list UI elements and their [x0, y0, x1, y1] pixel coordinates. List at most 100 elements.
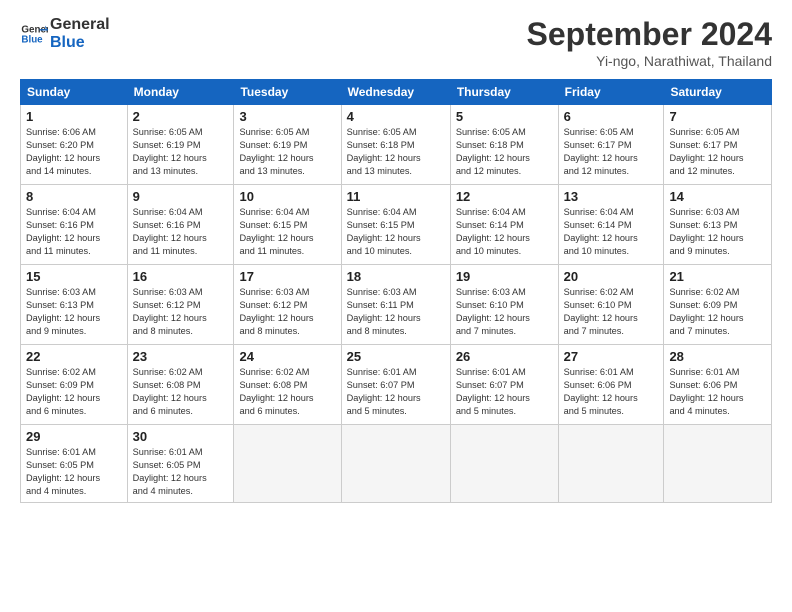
day-info: Sunrise: 6:03 AM Sunset: 6:11 PM Dayligh…: [347, 286, 445, 338]
table-row: 4 Sunrise: 6:05 AM Sunset: 6:18 PM Daylig…: [341, 105, 450, 185]
day-info: Sunrise: 6:03 AM Sunset: 6:12 PM Dayligh…: [133, 286, 229, 338]
day-info: Sunrise: 6:05 AM Sunset: 6:18 PM Dayligh…: [347, 126, 445, 178]
table-row: 24Sunrise: 6:02 AM Sunset: 6:08 PM Dayli…: [234, 345, 341, 425]
col-monday: Monday: [127, 80, 234, 105]
day-info: Sunrise: 6:05 AM Sunset: 6:17 PM Dayligh…: [669, 126, 766, 178]
day-number: 16: [133, 269, 229, 284]
logo-text: General: [50, 16, 110, 34]
table-row: 17 Sunrise: 6:03 AM Sunset: 6:12 PM Dayli…: [234, 265, 341, 345]
day-number: 15: [26, 269, 122, 284]
day-info: Sunrise: 6:05 AM Sunset: 6:19 PM Dayligh…: [239, 126, 335, 178]
table-row: 25 Sunrise: 6:01 AM Sunset: 6:07 PM Dayli…: [341, 345, 450, 425]
col-wednesday: Wednesday: [341, 80, 450, 105]
table-row: 22 Sunrise: 6:02 AM Sunset: 6:09 PM Dayli…: [21, 345, 128, 425]
col-saturday: Saturday: [664, 80, 772, 105]
table-row: 14 Sunrise: 6:03 AM Sunset: 6:13 PM Dayli…: [664, 185, 772, 265]
day-number: 25: [347, 349, 445, 364]
day-number: 26: [456, 349, 553, 364]
day-info: Sunrise: 6:03 AM Sunset: 6:13 PM Dayligh…: [26, 286, 122, 338]
table-row: 15 Sunrise: 6:03 AM Sunset: 6:13 PM Dayli…: [21, 265, 128, 345]
day-info: Sunrise: 6:01 AM Sunset: 6:06 PM Dayligh…: [564, 366, 659, 418]
day-number: 2: [133, 109, 229, 124]
day-info: Sunrise: 6:04 AM Sunset: 6:14 PM Dayligh…: [456, 206, 553, 258]
logo: General Blue General Blue: [20, 16, 110, 51]
table-row: [234, 425, 341, 503]
day-number: 28: [669, 349, 766, 364]
day-info: Sunrise: 6:04 AM Sunset: 6:16 PM Dayligh…: [133, 206, 229, 258]
day-info: Sunrise: 6:01 AM Sunset: 6:06 PM Dayligh…: [669, 366, 766, 418]
day-info: Sunrise: 6:04 AM Sunset: 6:14 PM Dayligh…: [564, 206, 659, 258]
col-thursday: Thursday: [450, 80, 558, 105]
table-row: 8 Sunrise: 6:04 AM Sunset: 6:16 PM Daylig…: [21, 185, 128, 265]
table-row: 26 Sunrise: 6:01 AM Sunset: 6:07 PM Dayli…: [450, 345, 558, 425]
day-info: Sunrise: 6:01 AM Sunset: 6:07 PM Dayligh…: [456, 366, 553, 418]
day-number: 21: [669, 269, 766, 284]
day-number: 4: [347, 109, 445, 124]
table-row: 5 Sunrise: 6:05 AM Sunset: 6:18 PM Daylig…: [450, 105, 558, 185]
day-number: 7: [669, 109, 766, 124]
table-row: 18 Sunrise: 6:03 AM Sunset: 6:11 PM Dayli…: [341, 265, 450, 345]
calendar-table: Sunday Monday Tuesday Wednesday Thursday…: [20, 79, 772, 503]
day-number: 17: [239, 269, 335, 284]
month-title: September 2024: [527, 16, 772, 53]
day-info: Sunrise: 6:05 AM Sunset: 6:18 PM Dayligh…: [456, 126, 553, 178]
table-row: 11 Sunrise: 6:04 AM Sunset: 6:15 PM Dayli…: [341, 185, 450, 265]
day-info: Sunrise: 6:03 AM Sunset: 6:13 PM Dayligh…: [669, 206, 766, 258]
col-friday: Friday: [558, 80, 664, 105]
table-row: 27Sunrise: 6:01 AM Sunset: 6:06 PM Dayli…: [558, 345, 664, 425]
day-info: Sunrise: 6:05 AM Sunset: 6:17 PM Dayligh…: [564, 126, 659, 178]
day-number: 19: [456, 269, 553, 284]
day-number: 18: [347, 269, 445, 284]
day-number: 30: [133, 429, 229, 444]
table-row: 21Sunrise: 6:02 AM Sunset: 6:09 PM Dayli…: [664, 265, 772, 345]
table-row: 28 Sunrise: 6:01 AM Sunset: 6:06 PM Dayli…: [664, 345, 772, 425]
calendar-header-row: Sunday Monday Tuesday Wednesday Thursday…: [21, 80, 772, 105]
page-header: General Blue General Blue September 2024…: [20, 16, 772, 69]
day-info: Sunrise: 6:03 AM Sunset: 6:12 PM Dayligh…: [239, 286, 335, 338]
day-info: Sunrise: 6:02 AM Sunset: 6:10 PM Dayligh…: [564, 286, 659, 338]
day-number: 20: [564, 269, 659, 284]
table-row: 2Sunrise: 6:05 AM Sunset: 6:19 PM Daylig…: [127, 105, 234, 185]
logo-blue: Blue: [50, 34, 110, 52]
table-row: 23Sunrise: 6:02 AM Sunset: 6:08 PM Dayli…: [127, 345, 234, 425]
table-row: 10 Sunrise: 6:04 AM Sunset: 6:15 PM Dayli…: [234, 185, 341, 265]
table-row: 29 Sunrise: 6:01 AM Sunset: 6:05 PM Dayli…: [21, 425, 128, 503]
day-info: Sunrise: 6:04 AM Sunset: 6:15 PM Dayligh…: [239, 206, 335, 258]
day-info: Sunrise: 6:02 AM Sunset: 6:09 PM Dayligh…: [26, 366, 122, 418]
svg-text:Blue: Blue: [21, 34, 43, 45]
day-number: 22: [26, 349, 122, 364]
day-number: 24: [239, 349, 335, 364]
day-info: Sunrise: 6:01 AM Sunset: 6:05 PM Dayligh…: [26, 446, 122, 498]
table-row: 16 Sunrise: 6:03 AM Sunset: 6:12 PM Dayli…: [127, 265, 234, 345]
location: Yi-ngo, Narathiwat, Thailand: [527, 53, 772, 69]
day-number: 8: [26, 189, 122, 204]
table-row: 7 Sunrise: 6:05 AM Sunset: 6:17 PM Daylig…: [664, 105, 772, 185]
col-sunday: Sunday: [21, 80, 128, 105]
table-row: [558, 425, 664, 503]
day-info: Sunrise: 6:06 AM Sunset: 6:20 PM Dayligh…: [26, 126, 122, 178]
day-number: 13: [564, 189, 659, 204]
day-number: 14: [669, 189, 766, 204]
table-row: [664, 425, 772, 503]
day-number: 3: [239, 109, 335, 124]
day-number: 11: [347, 189, 445, 204]
day-info: Sunrise: 6:01 AM Sunset: 6:05 PM Dayligh…: [133, 446, 229, 498]
table-row: 3 Sunrise: 6:05 AM Sunset: 6:19 PM Daylig…: [234, 105, 341, 185]
day-number: 10: [239, 189, 335, 204]
table-row: 6Sunrise: 6:05 AM Sunset: 6:17 PM Daylig…: [558, 105, 664, 185]
table-row: 19 Sunrise: 6:03 AM Sunset: 6:10 PM Dayli…: [450, 265, 558, 345]
day-number: 9: [133, 189, 229, 204]
day-number: 5: [456, 109, 553, 124]
day-info: Sunrise: 6:04 AM Sunset: 6:16 PM Dayligh…: [26, 206, 122, 258]
day-number: 29: [26, 429, 122, 444]
table-row: 20 Sunrise: 6:02 AM Sunset: 6:10 PM Dayli…: [558, 265, 664, 345]
day-info: Sunrise: 6:04 AM Sunset: 6:15 PM Dayligh…: [347, 206, 445, 258]
day-info: Sunrise: 6:03 AM Sunset: 6:10 PM Dayligh…: [456, 286, 553, 338]
title-area: September 2024 Yi-ngo, Narathiwat, Thail…: [527, 16, 772, 69]
table-row: [450, 425, 558, 503]
day-info: Sunrise: 6:01 AM Sunset: 6:07 PM Dayligh…: [347, 366, 445, 418]
day-number: 1: [26, 109, 122, 124]
table-row: 12 Sunrise: 6:04 AM Sunset: 6:14 PM Dayli…: [450, 185, 558, 265]
day-number: 12: [456, 189, 553, 204]
logo-icon: General Blue: [20, 20, 48, 48]
